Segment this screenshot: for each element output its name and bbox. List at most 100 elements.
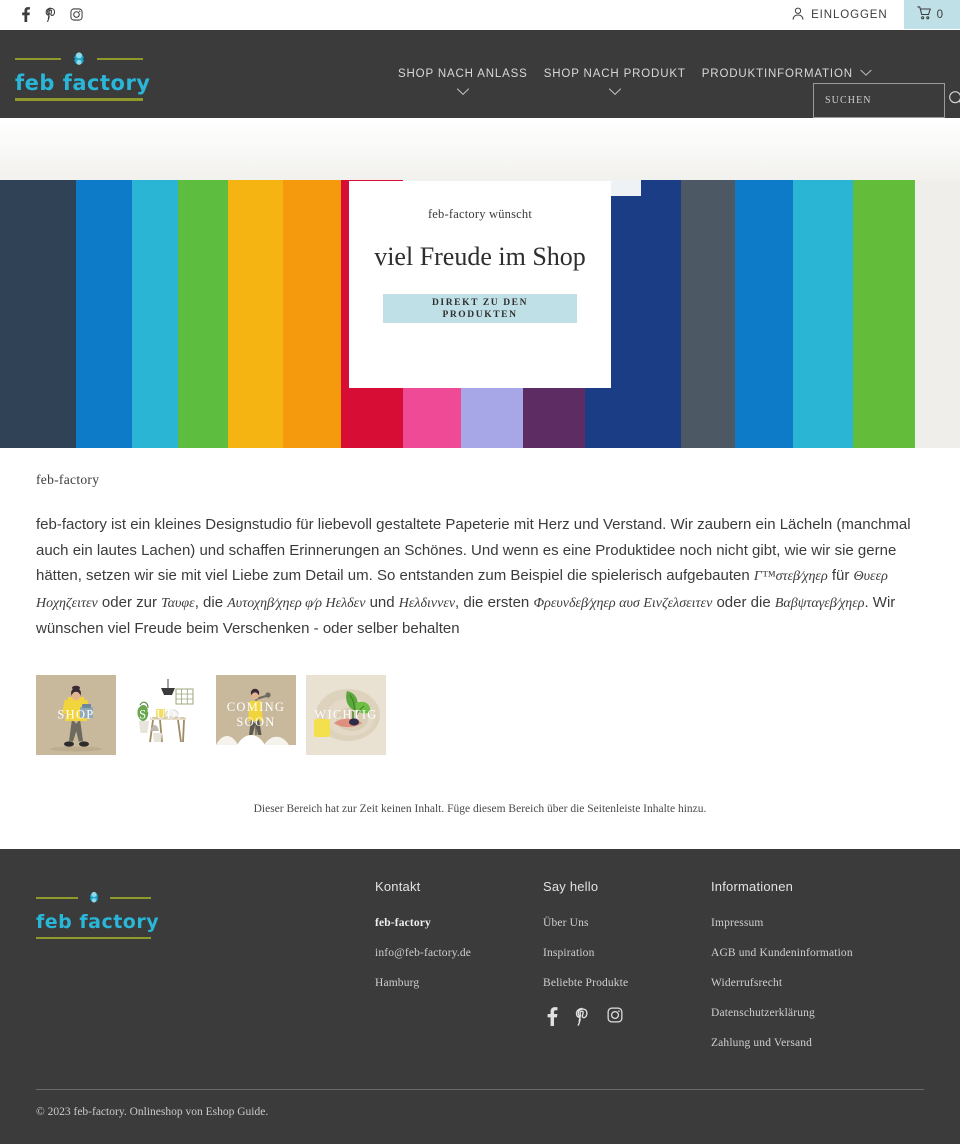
section-kicker: feb-factory <box>36 472 100 487</box>
nav-label: SHOP NACH ANLASS <box>398 68 528 80</box>
symbol-run: Ηελδιννεν <box>398 595 456 611</box>
instagram-icon[interactable] <box>607 1007 623 1031</box>
pinterest-icon[interactable] <box>44 7 58 22</box>
topbar-actions: EINLOGGEN 0 <box>782 0 960 29</box>
footer-column-kontakt: Kontakt feb-factory info@feb-factory.de … <box>375 879 543 1007</box>
hero-book-spine <box>178 180 228 448</box>
hero-cta-line1: DIREKT ZU DEN <box>431 297 529 308</box>
nav-item-produktinformation[interactable]: PRODUKTINFORMATION <box>694 68 880 80</box>
logo-rule-right <box>97 58 143 61</box>
hero-book-spine <box>915 180 960 448</box>
symbol-run: Φρευνδεβ⁄χηερ αυσ Εινζελσειτεν <box>533 595 713 611</box>
footer-link-widerrufsrecht[interactable]: Widerrufsrecht <box>711 977 911 989</box>
hero-title: viel Freude im Shop <box>374 242 586 271</box>
cart-icon <box>916 6 932 23</box>
footer-column-heading: Informationen <box>711 878 794 894</box>
footer-city: Hamburg <box>375 976 420 989</box>
symbol-run: Βαβψταγεβ⁄χηερ <box>774 595 865 611</box>
cart-count: 0 <box>936 8 943 21</box>
hero-book-spine <box>28 180 76 448</box>
hero-book-spine <box>228 180 283 448</box>
tile-label: STUDIO <box>139 707 193 721</box>
footer-link-beliebte-produkte[interactable]: Beliebte Produkte <box>543 977 711 989</box>
tile-wichtig[interactable]: WICHTIG <box>306 674 386 755</box>
chevron-down-icon <box>456 88 469 99</box>
intro-section: feb-factory feb-factory ist ein kleines … <box>0 448 960 642</box>
footer-link: feb-factory <box>375 916 431 929</box>
footer-link-zahlung-versand[interactable]: Zahlung und Versand <box>711 1037 911 1049</box>
logo-rule-right <box>109 896 151 899</box>
lotus-flower-icon <box>65 48 93 70</box>
logo-rule-bottom <box>36 936 151 939</box>
footer-column-heading: Say hello <box>543 878 599 894</box>
site-logo[interactable]: feb factory <box>15 47 151 101</box>
footer-link-ueber-uns[interactable]: Über Uns <box>543 917 711 929</box>
hero-book-spine <box>641 180 681 448</box>
footer-email: info@feb-factory.de <box>375 946 472 959</box>
text-run: oder die <box>712 593 775 611</box>
logo-rule-left <box>15 58 61 61</box>
main-navigation: SHOP NACH ANLASS SHOP NACH PRODUKT PRODU… <box>390 30 880 118</box>
hero-eyebrow: feb-factory wünscht <box>427 207 533 221</box>
tile-studio[interactable]: STUDIO <box>126 674 206 755</box>
hero-book-spine <box>0 180 28 448</box>
symbol-run: Γ™στεβ⁄χηερ <box>753 569 828 584</box>
search-box[interactable] <box>813 83 960 118</box>
footer-link-agb[interactable]: AGB und Kundeninformation <box>711 947 911 959</box>
hero-book-spine <box>681 180 735 448</box>
hero-book-spine <box>76 180 132 448</box>
site-footer: feb factory Kontakt feb-factory info@feb… <box>0 848 960 1144</box>
text-run: und <box>365 593 399 611</box>
hero-banner: feb-factory wünscht viel Freude im Shop … <box>0 118 960 448</box>
login-button[interactable]: EINLOGGEN <box>782 0 903 29</box>
text-run: für <box>827 567 854 584</box>
empty-section-notice: Dieser Bereich hat zur Zeit keinen Inhal… <box>253 802 707 815</box>
text-run: , die <box>194 593 228 611</box>
footer-link-datenschutz[interactable]: Datenschutzerklärung <box>711 1007 911 1019</box>
footer-columns: feb factory Kontakt feb-factory info@feb… <box>36 879 924 1067</box>
hero-book-spine <box>853 180 915 448</box>
nav-item-shop-nach-anlass[interactable]: SHOP NACH ANLASS <box>390 68 536 96</box>
user-icon <box>792 7 804 23</box>
text-run: oder zur <box>97 593 162 611</box>
hero-book-spine <box>735 180 793 448</box>
chevron-down-icon <box>860 69 872 80</box>
footer-logo-wordmark: feb factory <box>36 910 160 933</box>
instagram-icon[interactable] <box>69 7 83 22</box>
facebook-icon[interactable] <box>19 7 33 22</box>
lotus-flower-icon <box>82 888 106 907</box>
footer-link-impressum[interactable]: Impressum <box>711 917 911 929</box>
tile-shop[interactable]: SHOP <box>36 674 116 755</box>
logo-wordmark: feb factory <box>15 71 151 96</box>
nav-item-shop-nach-produkt[interactable]: SHOP NACH PRODUKT <box>536 68 694 96</box>
intro-paragraph: feb-factory ist ein kleines Designstudio… <box>36 512 924 642</box>
topbar-social-links <box>0 0 83 29</box>
search-input[interactable] <box>825 95 948 106</box>
search-icon[interactable] <box>948 90 960 112</box>
login-label: EINLOGGEN <box>811 8 888 21</box>
symbol-run: Ταυφε <box>161 595 195 611</box>
hero-card: feb-factory wünscht viel Freude im Shop … <box>349 181 611 388</box>
cart-button[interactable]: 0 <box>903 0 960 29</box>
site-header: feb factory SHOP NACH ANLASS SHOP NACH P… <box>0 30 960 118</box>
nav-label: PRODUKTINFORMATION <box>701 68 853 80</box>
copyright-text: © 2023 feb-factory. Onlineshop von Eshop… <box>36 1105 269 1118</box>
facebook-icon[interactable] <box>547 1006 558 1031</box>
footer-logo-flower-row <box>36 886 151 910</box>
tile-label: SHOP <box>57 707 95 721</box>
symbol-run: Αυτοχηβ⁄χηερ φ⁄ρ Ηελδεν <box>227 595 366 611</box>
tile-label: COMING SOON <box>226 699 286 729</box>
pinterest-icon[interactable] <box>575 1007 590 1031</box>
hero-book-spine <box>283 180 341 448</box>
hero-cta-button[interactable]: DIREKT ZU DEN PRODUKTEN <box>383 294 577 323</box>
footer-column-heading: Kontakt <box>375 878 421 894</box>
footer-link-inspiration[interactable]: Inspiration <box>543 947 711 959</box>
text-run: , die ersten <box>455 593 534 611</box>
nav-label: SHOP NACH PRODUKT <box>543 68 686 80</box>
category-tiles: SHOP STUDIO COMING SOON WICHTIG <box>0 642 960 755</box>
top-utility-bar: EINLOGGEN 0 <box>0 0 960 30</box>
logo-rule-left <box>36 896 78 899</box>
footer-logo[interactable]: feb factory <box>36 886 160 939</box>
tile-coming-soon[interactable]: COMING SOON <box>216 674 296 755</box>
hero-book-spine <box>793 180 853 448</box>
